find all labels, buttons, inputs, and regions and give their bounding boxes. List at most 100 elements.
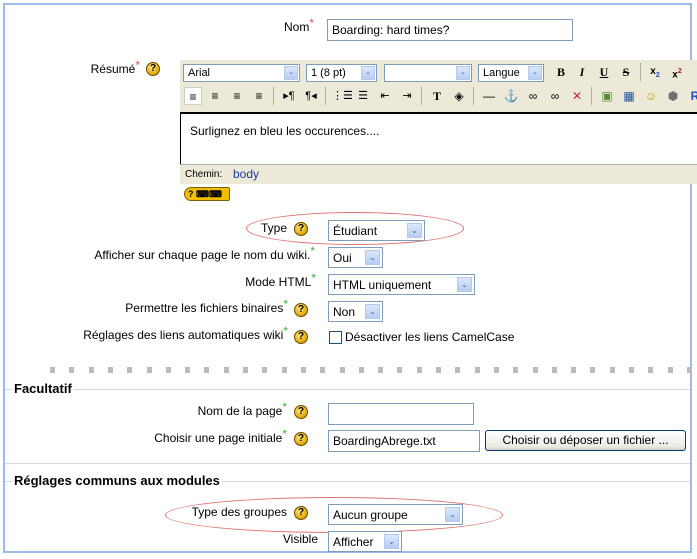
- superscript-icon[interactable]: x2: [668, 63, 686, 81]
- help-icon[interactable]: ?: [294, 222, 308, 236]
- font-size-select[interactable]: 1 (8 pt) ⌄: [306, 64, 377, 82]
- divider-dash: [301, 367, 306, 373]
- rtl-icon[interactable]: ¶◂: [302, 87, 320, 105]
- html-mode-label: Mode HTML*: [200, 271, 316, 289]
- unordered-list-icon[interactable]: ☰: [354, 87, 372, 105]
- name-input[interactable]: Boarding: hard times?: [327, 19, 573, 41]
- divider-dash: [166, 367, 171, 373]
- divider-dash: [668, 367, 673, 373]
- optional-legend: Facultatif: [12, 381, 74, 396]
- help-icon[interactable]: ?: [294, 330, 308, 344]
- no-link-icon[interactable]: ✕: [568, 87, 586, 105]
- camelcase-checkbox-label[interactable]: Désactiver les liens CamelCase: [345, 330, 514, 344]
- fieldset-border: [5, 463, 690, 464]
- ordered-list-icon[interactable]: ⋮☰: [332, 87, 353, 105]
- strikethrough-icon[interactable]: S: [617, 63, 635, 81]
- smiley-icon[interactable]: ☺: [642, 87, 660, 105]
- help-icon[interactable]: ?: [294, 432, 308, 446]
- path-label: Chemin:: [185, 169, 223, 180]
- choose-file-button[interactable]: Choisir ou déposer un fichier ...: [485, 430, 686, 451]
- font-family-select[interactable]: Arial ⌄: [183, 64, 300, 82]
- help-icon[interactable]: ?: [294, 303, 308, 317]
- horizontal-rule-icon[interactable]: —: [480, 87, 498, 105]
- editor-help-keyboard-icon[interactable]: ? ⌨⌨: [184, 187, 230, 201]
- help-icon[interactable]: ?: [294, 405, 308, 419]
- show-name-select[interactable]: Oui ⌄: [328, 247, 383, 268]
- chevron-down-icon: ⌄: [361, 66, 375, 80]
- table-icon[interactable]: ▦: [620, 87, 638, 105]
- binary-files-select[interactable]: Non ⌄: [328, 301, 383, 322]
- type-select[interactable]: Étudiant ⌄: [328, 220, 425, 241]
- italic-icon[interactable]: I: [573, 63, 591, 81]
- divider-dash: [204, 367, 209, 373]
- justify-icon[interactable]: ≡: [250, 87, 268, 105]
- group-type-value: Aucun groupe: [333, 508, 408, 522]
- path-body-link[interactable]: body: [233, 167, 259, 181]
- language-select[interactable]: Langue ⌄: [478, 64, 544, 82]
- toolbar-separator: [591, 87, 592, 105]
- visible-select[interactable]: Afficher ⌄: [328, 531, 402, 552]
- replace-icon[interactable]: R: [686, 87, 697, 105]
- wiki-links-label: Réglages des liens automatiques wiki*: [40, 324, 288, 342]
- divider-dash: [282, 367, 287, 373]
- align-right-icon[interactable]: ≡: [228, 87, 246, 105]
- ltr-icon[interactable]: ▸¶: [280, 87, 298, 105]
- style-select[interactable]: ⌄: [384, 64, 472, 82]
- binary-files-label-text: Permettre les fichiers binaires: [125, 301, 284, 315]
- divider-dash: [340, 367, 345, 373]
- camelcase-checkbox[interactable]: [329, 331, 342, 344]
- required-icon: *: [311, 271, 316, 285]
- toolbar-separator: [325, 87, 326, 105]
- divider-dash: [552, 367, 557, 373]
- editor-text: Surlignez en bleu les occurences....: [190, 124, 380, 138]
- html-mode-value: HTML uniquement: [333, 278, 432, 292]
- align-left-icon[interactable]: ≡: [184, 87, 202, 105]
- unlink-icon[interactable]: ∞: [546, 87, 564, 105]
- binary-files-value: Non: [333, 305, 356, 319]
- divider-dash: [359, 367, 364, 373]
- underline-icon[interactable]: U: [595, 63, 613, 81]
- divider-dash: [397, 367, 402, 373]
- name-label-text: Nom: [283, 20, 310, 34]
- chevron-down-icon: ⌄: [365, 304, 380, 319]
- outdent-icon[interactable]: ⇤: [376, 87, 394, 105]
- special-chars-icon[interactable]: ⬢: [664, 87, 682, 105]
- divider-dash: [50, 367, 55, 373]
- required-icon: *: [283, 324, 288, 338]
- initial-page-input[interactable]: BoardingAbrege.txt: [328, 430, 480, 452]
- text-color-icon[interactable]: T: [428, 87, 446, 105]
- divider-dash: [262, 367, 267, 373]
- required-icon: *: [282, 427, 287, 441]
- chevron-down-icon: ⌄: [445, 507, 460, 522]
- help-icon[interactable]: ?: [146, 62, 160, 76]
- bold-icon[interactable]: B: [552, 63, 570, 81]
- align-center-icon[interactable]: ≡: [206, 87, 224, 105]
- help-icon[interactable]: ?: [294, 506, 308, 520]
- subscript-icon[interactable]: x2: [646, 63, 664, 81]
- font-size-value: 1 (8 pt): [311, 67, 346, 79]
- page-name-input[interactable]: [328, 403, 474, 425]
- divider-dash: [590, 367, 595, 373]
- anchor-icon[interactable]: ⚓: [502, 87, 520, 105]
- summary-label: Résumé*: [40, 58, 140, 76]
- divider-dash: [494, 367, 499, 373]
- divider-dash: [147, 367, 152, 373]
- indent-icon[interactable]: ⇥: [398, 87, 416, 105]
- group-type-select[interactable]: Aucun groupe ⌄: [328, 504, 463, 525]
- background-color-icon[interactable]: ◈: [450, 87, 468, 105]
- html-mode-select[interactable]: HTML uniquement ⌄: [328, 274, 475, 295]
- summary-label-text: Résumé: [90, 62, 136, 76]
- divider-dash: [610, 367, 615, 373]
- editor-content-area[interactable]: Surlignez en bleu les occurences....: [180, 112, 697, 164]
- divider-dash: [513, 367, 518, 373]
- image-icon[interactable]: ▣: [598, 87, 616, 105]
- chevron-down-icon: ⌄: [365, 250, 380, 265]
- divider-dash: [185, 367, 190, 373]
- divider-dash: [378, 367, 383, 373]
- link-icon[interactable]: ∞: [524, 87, 542, 105]
- chevron-down-icon: ⌄: [407, 223, 422, 238]
- visible-label: Visible: [282, 532, 318, 546]
- type-label: Type: [260, 221, 287, 235]
- common-settings-legend: Réglages communs aux modules: [12, 473, 222, 488]
- language-value: Langue: [483, 67, 520, 79]
